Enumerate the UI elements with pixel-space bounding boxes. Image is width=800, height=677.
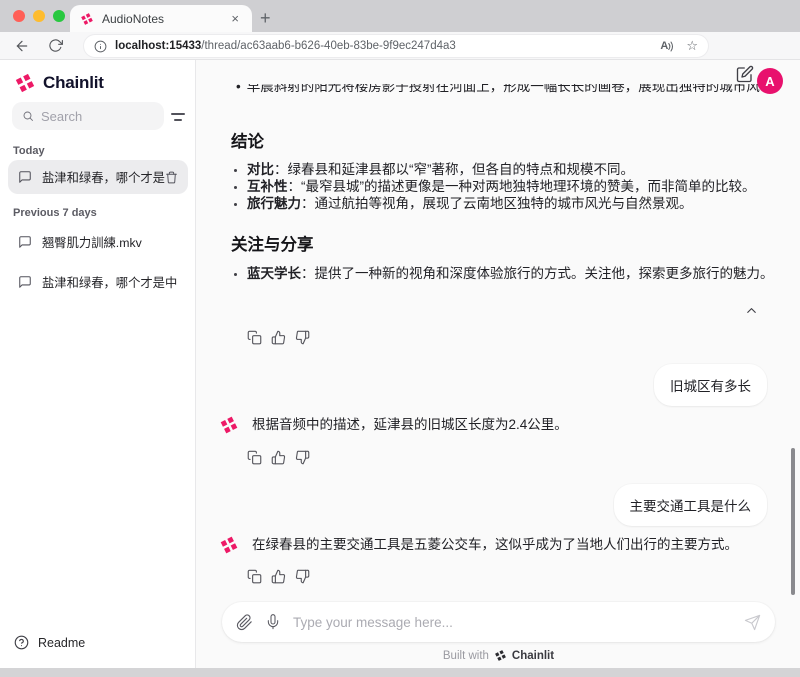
message-composer[interactable]	[222, 602, 775, 642]
sidebar: Chainlit Today 盐津和绿春，哪个才是中... Previous 7…	[0, 60, 196, 668]
thumbs-up-icon[interactable]	[271, 450, 286, 465]
chat-scrollbar[interactable]	[791, 448, 795, 595]
send-icon[interactable]	[744, 614, 761, 631]
assistant-message: 在绿春县的主要交通工具是五菱公交车，这似乎成为了当地人们出行的主要方式。	[219, 535, 738, 555]
thumbs-down-icon[interactable]	[295, 330, 310, 345]
read-aloud-icon[interactable]: A	[660, 40, 674, 52]
chainlit-logo-icon	[14, 72, 36, 94]
assistant-text: 根据音频中的描述，延津县的旧城区长度为2.4公里。	[252, 417, 568, 432]
user-message: 旧城区有多长	[654, 364, 767, 406]
list-item: 互补性：“最窄县城”的描述更像是一种对两地独特地理环境的赞美，而非简单的比较。	[247, 178, 773, 195]
window-bottom-edge	[0, 668, 800, 677]
close-tab-icon[interactable]: ×	[228, 11, 242, 26]
chat-bubble-icon	[19, 236, 31, 248]
clipped-bullet-line: •早晨斜射的阳光将楼房影子投射在河面上，形成一幅长长的画卷，展现出独特的城市风光…	[236, 84, 760, 94]
readme-label: Readme	[38, 635, 86, 650]
delete-thread-icon[interactable]	[165, 171, 178, 184]
heading-share: 关注与分享	[231, 236, 314, 254]
chainlit-footer-logo-icon	[494, 649, 507, 662]
help-circle-icon	[14, 635, 29, 650]
list-item: 对比：绿春县和延津县都以“窄”著称，但各自的特点和规模不同。	[247, 161, 773, 178]
app-root: Chainlit Today 盐津和绿春，哪个才是中... Previous 7…	[0, 60, 800, 668]
search-box[interactable]	[12, 102, 164, 130]
user-message: 主要交通工具是什么	[613, 484, 767, 526]
readme-link[interactable]: Readme	[14, 635, 85, 650]
refresh-icon[interactable]	[48, 38, 63, 53]
thread-title: 盐津和绿春，哪个才是中国...	[42, 276, 178, 290]
filter-icon[interactable]	[170, 110, 188, 124]
section-label-previous: Previous 7 days	[13, 207, 97, 219]
thumbs-down-icon[interactable]	[295, 450, 310, 465]
favorite-star-icon[interactable]: ☆	[686, 38, 698, 54]
thumbs-down-icon[interactable]	[295, 569, 310, 584]
copy-icon[interactable]	[247, 330, 262, 345]
brand: Chainlit	[14, 72, 104, 94]
message-actions	[247, 330, 310, 345]
sidebar-item-thread-today[interactable]: 盐津和绿春，哪个才是中...	[8, 160, 188, 194]
attach-file-icon[interactable]	[236, 613, 253, 631]
thread-title: 盐津和绿春，哪个才是中...	[42, 171, 165, 185]
sidebar-item-thread-mkv[interactable]: 翘臀肌力訓練.mkv	[8, 225, 188, 259]
close-window-button[interactable]	[13, 10, 25, 22]
url-host: localhost:15433	[115, 40, 202, 52]
site-info-icon[interactable]	[94, 40, 107, 53]
new-tab-button[interactable]: +	[260, 5, 271, 32]
assistant-avatar-icon	[219, 535, 239, 555]
search-icon	[23, 111, 33, 121]
minimize-window-button[interactable]	[33, 10, 45, 22]
message-actions	[247, 569, 310, 584]
watermark-brand: Chainlit	[511, 649, 555, 662]
message-actions	[247, 450, 310, 465]
chat-main: A • 早晨斜射的阳光将楼房影子投射在河面上，形成一幅长长的画卷，展现出独特的城市…	[197, 60, 800, 668]
zoom-window-button[interactable]	[53, 10, 65, 22]
url-path: /thread/ac63aab6-b626-40eb-83be-9f9ec247…	[201, 40, 456, 52]
back-icon[interactable]	[14, 38, 30, 54]
conclusion-list: 对比：绿春县和延津县都以“窄”著称，但各自的特点和规模不同。 互补性：“最窄县城…	[233, 161, 773, 213]
microphone-icon[interactable]	[265, 614, 281, 630]
list-item: 蓝天学长：提供了一种新的视角和深度体验旅行的方式。关注他，探索更多旅行的魅力。	[247, 265, 781, 282]
assistant-avatar-icon	[219, 415, 239, 435]
list-item: 旅行魅力：通过航拍等视角，展现了云南地区独特的城市风光与自然景观。	[247, 195, 773, 212]
chat-bubble-icon	[19, 171, 31, 183]
chainlit-favicon-icon	[80, 12, 94, 26]
browser-tab[interactable]: AudioNotes ×	[70, 5, 252, 32]
assistant-message: 根据音频中的描述，延津县的旧城区长度为2.4公里。	[219, 415, 568, 435]
heading-conclusion: 结论	[231, 133, 264, 151]
thread-title: 翘臀肌力訓練.mkv	[42, 236, 142, 250]
search-input[interactable]	[40, 108, 154, 124]
tab-strip: AudioNotes × +	[0, 0, 800, 32]
message-input[interactable]	[293, 614, 734, 630]
copy-icon[interactable]	[247, 569, 262, 584]
assistant-text: 在绿春县的主要交通工具是五菱公交车，这似乎成为了当地人们出行的主要方式。	[252, 537, 738, 552]
url-bar[interactable]: localhost:15433/thread/ac63aab6-b626-40e…	[84, 35, 708, 57]
collapse-message-icon[interactable]	[744, 303, 759, 323]
tab-title: AudioNotes	[102, 11, 165, 26]
browser-toolbar: localhost:15433/thread/ac63aab6-b626-40e…	[0, 32, 800, 87]
sidebar-item-thread-china[interactable]: 盐津和绿春，哪个才是中国...	[8, 265, 188, 299]
share-list: 蓝天学长：提供了一种新的视角和深度体验旅行的方式。关注他，探索更多旅行的魅力。	[233, 265, 781, 282]
chat-bubble-icon	[19, 276, 31, 288]
browser-window: AudioNotes × + localhost:15433/thread/ac…	[0, 0, 800, 677]
brand-name: Chainlit	[43, 73, 104, 92]
section-label-today: Today	[13, 145, 45, 157]
thumbs-up-icon[interactable]	[271, 330, 286, 345]
watermark[interactable]: Built with Chainlit	[197, 649, 800, 662]
url-text: localhost:15433/thread/ac63aab6-b626-40e…	[115, 40, 660, 52]
thumbs-up-icon[interactable]	[271, 569, 286, 584]
copy-icon[interactable]	[247, 450, 262, 465]
watermark-prefix: Built with	[442, 649, 489, 662]
